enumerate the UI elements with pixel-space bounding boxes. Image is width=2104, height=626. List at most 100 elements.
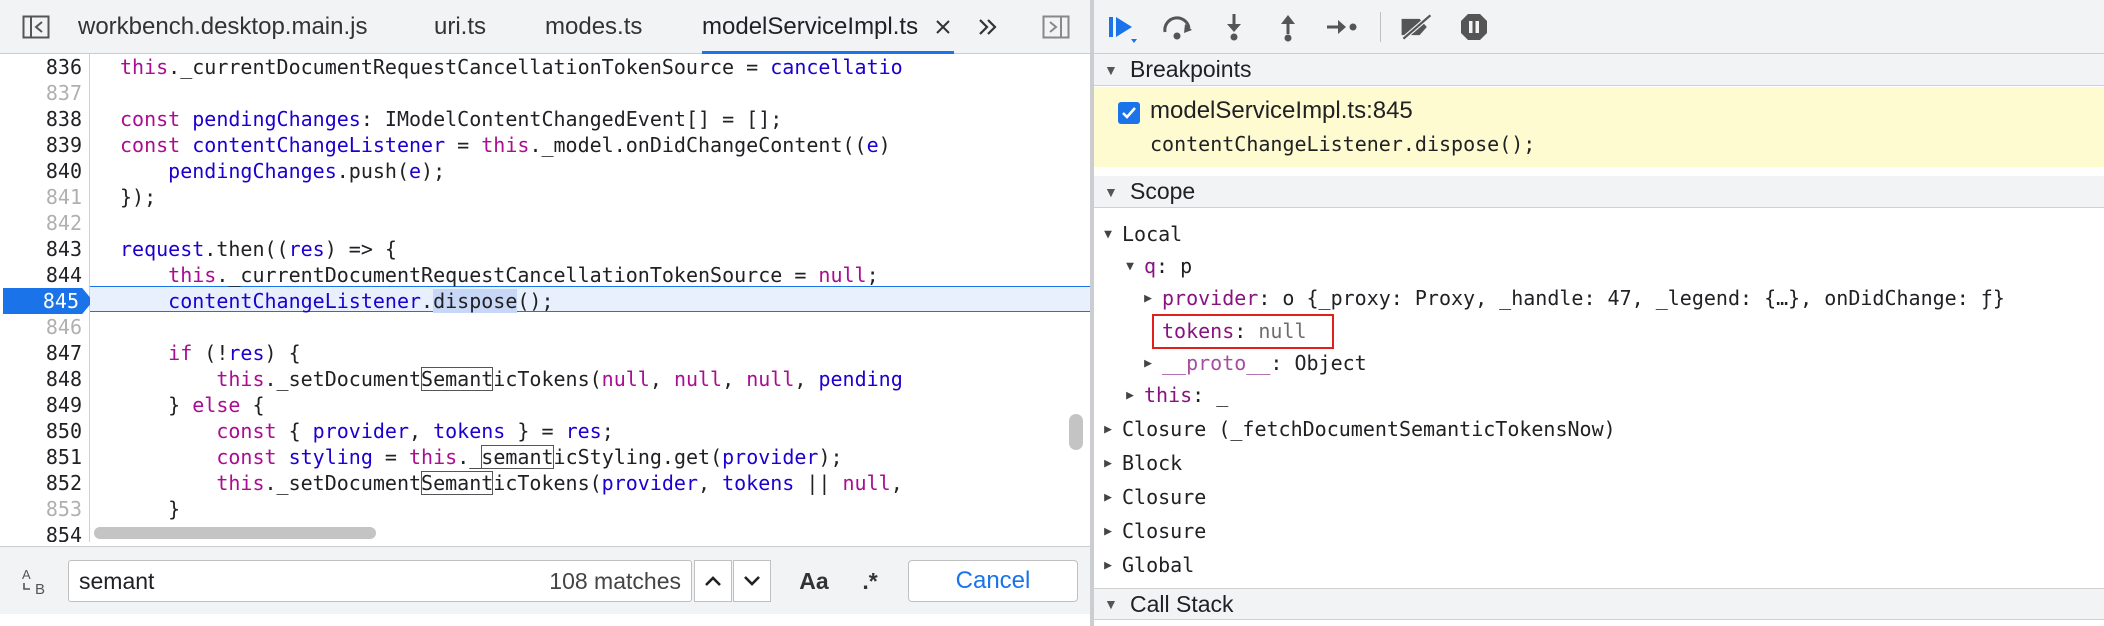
line-number[interactable]: 843 xyxy=(0,236,82,262)
tab-workbench-desktop-main-js[interactable]: workbench.desktop.main.js xyxy=(78,0,367,53)
call-stack-section-header[interactable]: ▼ Call Stack xyxy=(1094,588,2104,620)
next-match-button[interactable] xyxy=(733,560,771,602)
code-line[interactable]: contentChangeListener.dispose(); xyxy=(120,288,554,314)
code-line[interactable]: this._currentDocumentRequestCancellation… xyxy=(120,262,878,288)
replace-toggle-button[interactable]: A B xyxy=(18,560,54,602)
colon-separator: : xyxy=(1270,351,1295,375)
match-count: 108 matches xyxy=(549,568,681,594)
code-line[interactable]: const styling = this._semanticStyling.ge… xyxy=(120,444,843,470)
line-number[interactable]: 838 xyxy=(0,106,82,132)
toggle-debugger-button[interactable] xyxy=(1038,9,1074,45)
line-number[interactable]: 847 xyxy=(0,340,82,366)
editor-pane: workbench.desktop.main.js uri.ts modes.t… xyxy=(0,0,1090,626)
code-line[interactable]: request.then((res) => { xyxy=(120,236,397,262)
vertical-scrollbar[interactable] xyxy=(1069,414,1083,450)
breakpoint-item[interactable]: modelServiceImpl.ts:845 contentChangeLis… xyxy=(1094,87,2104,167)
resume-button[interactable] xyxy=(1104,9,1140,45)
scope-var-this[interactable]: ▶ this: _ xyxy=(1122,380,1228,410)
tab-uri-ts[interactable]: uri.ts xyxy=(434,0,486,53)
line-number[interactable]: 842 xyxy=(0,210,82,236)
horizontal-scrollbar[interactable] xyxy=(94,527,376,539)
scope-label: Global xyxy=(1122,553,1195,577)
line-number[interactable]: 851 xyxy=(0,444,82,470)
cancel-search-button[interactable]: Cancel xyxy=(908,560,1078,602)
code-line[interactable]: pendingChanges.push(e); xyxy=(120,158,445,184)
breakpoints-off-icon xyxy=(1401,13,1432,41)
step-into-icon xyxy=(1227,14,1241,41)
step-into-button[interactable] xyxy=(1216,9,1252,45)
scope-var-q[interactable]: ▼ q: p xyxy=(1122,251,1192,281)
scope-block[interactable]: ▶ Block xyxy=(1100,448,1182,478)
more-tabs-button[interactable] xyxy=(970,9,1006,45)
breakpoints-section-header[interactable]: ▼ Breakpoints xyxy=(1094,54,2104,86)
line-number-gutter[interactable]: 836 837 838 839 840 841 842 843 844 845 846 847 848 8… xyxy=(0,54,93,542)
triangle-right-icon: ▶ xyxy=(1144,355,1152,371)
triangle-down-icon: ▼ xyxy=(1104,596,1118,612)
scope-section-header[interactable]: ▼ Scope xyxy=(1094,176,2104,208)
line-number[interactable]: 836 xyxy=(0,54,82,80)
code-line[interactable]: const { provider, tokens } = res; xyxy=(120,418,613,444)
pause-on-exceptions-button[interactable] xyxy=(1456,9,1492,45)
regex-button[interactable]: .* xyxy=(852,560,888,602)
step-button[interactable] xyxy=(1324,9,1360,45)
line-number[interactable]: 839 xyxy=(0,132,82,158)
code-line[interactable]: this._setDocumentSemanticTokens(provider… xyxy=(120,470,903,496)
code-line[interactable]: }); xyxy=(120,184,156,210)
scope-var-provider[interactable]: ▶ provider: o {_proxy: Proxy, _handle: 47… xyxy=(1140,283,2005,313)
scope-var-proto[interactable]: ▶ __proto__: Object xyxy=(1140,348,1367,378)
search-input[interactable] xyxy=(79,561,519,601)
match-case-button[interactable]: Aa xyxy=(792,560,836,602)
scope-label: Closure (_fetchDocumentSemanticTokensNow… xyxy=(1122,417,1616,441)
breakpoint-checkbox[interactable] xyxy=(1118,102,1140,124)
search-field[interactable]: 108 matches xyxy=(68,560,692,602)
tab-label: modelServiceImpl.ts xyxy=(702,12,919,40)
previous-match-button[interactable] xyxy=(694,560,732,602)
scope-local-label: Local xyxy=(1122,222,1183,246)
match-case-label: Aa xyxy=(799,567,829,594)
step-over-icon xyxy=(1163,16,1192,40)
tab-modes-ts[interactable]: modes.ts xyxy=(545,0,642,53)
breakpoint-code: contentChangeListener.dispose(); xyxy=(1150,132,1536,156)
scope-closure[interactable]: ▶ Closure xyxy=(1100,482,1206,512)
sidebar-toggle-icon xyxy=(22,15,50,39)
step-out-button[interactable] xyxy=(1270,9,1306,45)
tab-label: uri.ts xyxy=(434,12,487,40)
line-number[interactable]: 850 xyxy=(0,418,82,444)
line-number[interactable]: 848 xyxy=(0,366,82,392)
line-number[interactable]: 841 xyxy=(0,184,82,210)
tab-modelserviceimpl-ts[interactable]: modelServiceImpl.ts xyxy=(702,0,955,54)
scope-label: Closure xyxy=(1122,519,1207,543)
code-line[interactable]: } xyxy=(120,496,180,522)
step-icon xyxy=(1327,20,1357,34)
code-line[interactable]: const pendingChanges: IModelContentChang… xyxy=(120,106,782,132)
line-number[interactable]: 849 xyxy=(0,392,82,418)
toggle-navigator-button[interactable] xyxy=(18,9,54,45)
scope-closure-fetch[interactable]: ▶ Closure (_fetchDocumentSemanticTokensNo… xyxy=(1100,414,1616,444)
line-number[interactable]: 852 xyxy=(0,470,82,496)
scope-local[interactable]: ▼ Local xyxy=(1100,219,1182,249)
line-number[interactable]: 846 xyxy=(0,314,82,340)
code-line[interactable]: if (!res) { xyxy=(120,340,300,366)
scope-global[interactable]: ▶ Global xyxy=(1100,550,1194,580)
step-out-icon xyxy=(1281,15,1295,42)
breakpoint-marker[interactable]: 845 xyxy=(3,288,93,314)
code-line[interactable]: } else { xyxy=(120,392,264,418)
code-line[interactable]: const contentChangeListener = this._mode… xyxy=(120,132,891,158)
code-line[interactable]: this._currentDocumentRequestCancellation… xyxy=(120,54,903,80)
step-over-button[interactable] xyxy=(1160,9,1196,45)
chevron-double-right-icon xyxy=(979,19,997,35)
line-number[interactable]: 837 xyxy=(0,80,82,106)
line-number[interactable]: 844 xyxy=(0,262,82,288)
chevron-down-icon xyxy=(744,576,760,586)
sidebar-right-icon xyxy=(1042,15,1070,39)
tab-close-button[interactable] xyxy=(932,16,954,38)
code-editor[interactable]: 836 837 838 839 840 841 842 843 844 845 846 847 848 8… xyxy=(0,54,1090,542)
line-number[interactable]: 854 xyxy=(0,522,82,542)
line-number[interactable]: 853 xyxy=(0,496,82,522)
scope-closure[interactable]: ▶ Closure xyxy=(1100,516,1206,546)
breakpoints-title: Breakpoints xyxy=(1130,56,1252,82)
code-line[interactable]: this._setDocumentSemanticTokens(null, nu… xyxy=(120,366,903,392)
deactivate-breakpoints-button[interactable] xyxy=(1398,9,1434,45)
call-stack-title: Call Stack xyxy=(1130,590,1234,617)
line-number[interactable]: 840 xyxy=(0,158,82,184)
